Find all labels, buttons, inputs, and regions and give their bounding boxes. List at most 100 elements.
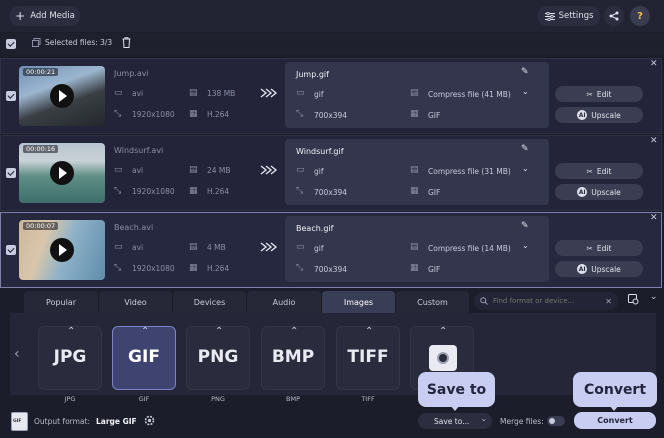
output-file-name[interactable]: Windsurf.gif	[296, 147, 344, 156]
output-file-name[interactable]: Jump.gif	[296, 70, 329, 79]
format-search[interactable]: ✕	[474, 292, 618, 310]
format-option[interactable]: ⌃ TIFF	[336, 326, 400, 390]
rename-pencil-icon[interactable]: ✎	[521, 144, 529, 154]
compress-icon: ▤	[410, 88, 419, 98]
save-to-button[interactable]: Save to... ⌄	[418, 413, 492, 429]
format-option[interactable]: ⌃ GIF	[112, 326, 176, 390]
merge-files-label: Merge files:	[500, 417, 544, 426]
rename-pencil-icon[interactable]: ✎	[521, 221, 529, 231]
play-icon[interactable]	[50, 161, 74, 185]
files-icon	[32, 38, 41, 47]
add-media-button[interactable]: + Add Media	[10, 6, 80, 26]
file-checkbox[interactable]	[6, 168, 16, 178]
scissors-icon: ✂	[586, 243, 593, 253]
compress-dropdown[interactable]: Compress file (31 MB)	[428, 167, 511, 176]
chevron-up-icon[interactable]: ⌃	[67, 326, 75, 337]
settings-label: Settings	[558, 11, 594, 21]
chevron-left-icon[interactable]: ‹	[14, 346, 20, 362]
output-resolution-icon: ⤡	[296, 263, 304, 273]
container-icon: ▭	[114, 165, 123, 175]
chevron-up-icon[interactable]: ⌃	[365, 326, 373, 337]
format-option[interactable]: ⌃ PNG	[186, 326, 250, 390]
format-option[interactable]: ⌃ JPG	[38, 326, 102, 390]
tab-custom[interactable]: Custom	[396, 291, 469, 313]
chevron-up-icon[interactable]: ⌃	[439, 326, 447, 337]
chevron-down-icon[interactable]: ⌄	[522, 164, 529, 173]
chevron-up-icon[interactable]: ⌃	[215, 326, 223, 337]
ai-upscale-icon: AI	[577, 187, 588, 197]
preset-icon	[628, 294, 639, 305]
tab-video[interactable]: Video	[99, 291, 172, 313]
format-option[interactable]: ⌃ BMP	[261, 326, 325, 390]
format-label: PNG	[211, 395, 225, 403]
video-thumbnail[interactable]: 00:00:07	[19, 220, 105, 280]
chevron-down-icon[interactable]: ⌄	[481, 414, 487, 423]
tab-popular[interactable]: Popular	[24, 291, 98, 313]
upscale-button[interactable]: AI Upscale	[555, 184, 643, 200]
output-settings-button[interactable]	[143, 414, 156, 429]
settings-button[interactable]: Settings	[538, 6, 600, 26]
chevron-down-icon[interactable]: ⌄	[522, 87, 529, 96]
clear-search-icon[interactable]: ✕	[605, 297, 612, 306]
chevron-up-icon[interactable]: ⌃	[141, 326, 149, 337]
remove-file-icon[interactable]: ✕	[650, 136, 658, 146]
output-codec-icon: ▦	[410, 186, 419, 196]
rename-pencil-icon[interactable]: ✎	[521, 67, 529, 77]
output-format-value: Large GIF	[96, 417, 137, 426]
scissors-icon: ✂	[586, 166, 593, 176]
output-codec: GIF	[428, 111, 441, 120]
remove-file-icon[interactable]: ✕	[650, 213, 658, 223]
delete-button[interactable]	[122, 37, 131, 50]
tab-audio[interactable]: Audio	[247, 291, 321, 313]
source-container: avi	[132, 89, 144, 98]
help-icon: ?	[637, 10, 643, 22]
upscale-button[interactable]: AI Upscale	[555, 107, 643, 123]
source-codec: H.264	[207, 110, 230, 119]
output-container-icon: ▭	[296, 165, 305, 175]
help-button[interactable]: ?	[630, 6, 650, 26]
resolution-icon: ⤡	[114, 263, 122, 273]
merge-files-toggle[interactable]	[547, 416, 565, 426]
output-container-icon: ▭	[296, 88, 305, 98]
edit-button[interactable]: ✂ Edit	[555, 163, 643, 179]
file-size-icon: ▤	[189, 242, 198, 252]
upscale-button[interactable]: AI Upscale	[555, 261, 643, 277]
chevron-down-icon[interactable]: ⌄	[522, 241, 529, 250]
compress-dropdown[interactable]: Compress file (14 MB)	[428, 244, 511, 253]
compress-dropdown[interactable]: Compress file (41 MB)	[428, 90, 511, 99]
play-icon[interactable]	[50, 238, 74, 262]
source-resolution: 1920x1080	[132, 187, 175, 196]
output-format-file-icon: GIF	[11, 412, 28, 431]
format-logo: GIF	[128, 347, 160, 367]
video-thumbnail[interactable]: 00:00:21	[19, 66, 105, 126]
file-icon-text: GIF	[13, 419, 22, 424]
edit-label: Edit	[596, 166, 612, 176]
format-logo: PNG	[197, 347, 239, 367]
tab-devices[interactable]: Devices	[173, 291, 246, 313]
collapse-panel-icon[interactable]: ⌄	[650, 292, 658, 302]
ai-upscale-icon: AI	[577, 110, 588, 120]
source-size: 4 MB	[207, 243, 226, 252]
file-checkbox[interactable]	[6, 91, 16, 101]
remove-file-icon[interactable]: ✕	[650, 59, 658, 69]
edit-button[interactable]: ✂ Edit	[555, 240, 643, 256]
format-settings-button[interactable]	[628, 294, 639, 307]
output-codec-icon: ▦	[410, 109, 419, 119]
source-size: 138 MB	[207, 89, 236, 98]
format-logo: JPG	[53, 347, 87, 367]
chevron-up-icon[interactable]: ⌃	[290, 326, 298, 337]
output-file-name[interactable]: Beach.gif	[296, 224, 333, 233]
share-button[interactable]	[604, 6, 624, 26]
edit-button[interactable]: ✂ Edit	[555, 86, 643, 102]
tab-images[interactable]: Images	[322, 291, 395, 313]
codec-icon: ▦	[189, 186, 198, 196]
video-thumbnail[interactable]: 00:00:16	[19, 143, 105, 203]
play-icon[interactable]	[50, 84, 74, 108]
codec-icon: ▦	[189, 109, 198, 119]
select-all-checkbox[interactable]	[6, 39, 16, 49]
file-checkbox[interactable]	[6, 245, 16, 255]
search-input[interactable]	[493, 297, 601, 305]
toggle-knob	[549, 418, 555, 424]
convert-button[interactable]: Convert	[574, 412, 656, 429]
source-resolution: 1920x1080	[132, 110, 175, 119]
